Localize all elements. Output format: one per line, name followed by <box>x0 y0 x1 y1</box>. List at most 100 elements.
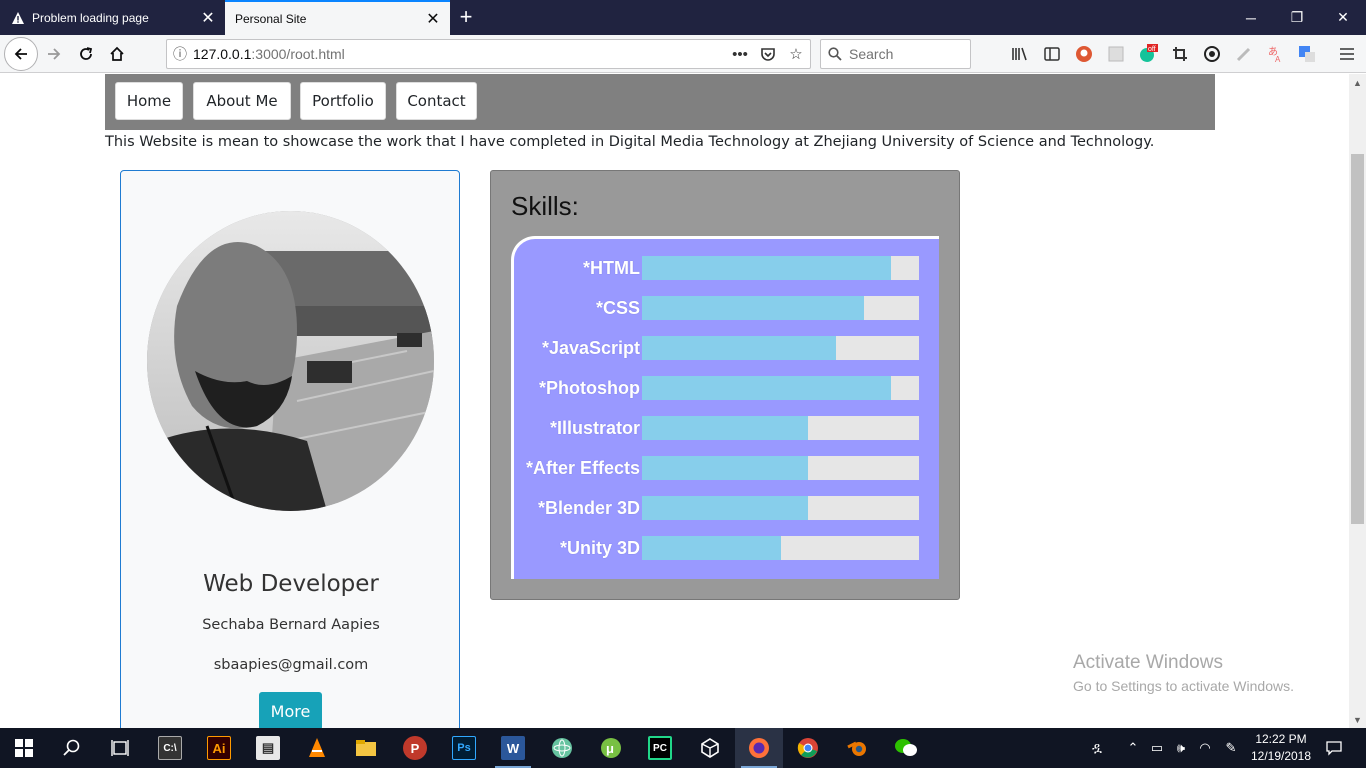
dictionary-icon[interactable]: あA <box>1265 43 1287 65</box>
page-scrollbar[interactable]: ▲ ▼ <box>1349 74 1366 728</box>
extension-grid-icon[interactable] <box>1105 43 1127 65</box>
taskbar-app-unity[interactable] <box>686 728 734 768</box>
scroll-down-icon[interactable]: ▼ <box>1349 711 1366 728</box>
atom-icon <box>552 738 572 758</box>
people-icon[interactable]: ዷ <box>1084 728 1110 768</box>
show-hidden-icons-icon[interactable]: ⌃ <box>1122 728 1144 768</box>
battery-icon[interactable]: ▭ <box>1146 728 1168 768</box>
start-button[interactable] <box>0 728 48 768</box>
close-tab-icon[interactable]: ✕ <box>420 6 446 32</box>
tab-personal-site[interactable]: Personal Site ✕ <box>225 0 450 35</box>
task-view-button[interactable] <box>96 728 144 768</box>
volume-icon[interactable]: 🕪 <box>1170 728 1192 768</box>
blender-icon <box>847 741 866 756</box>
site-navbar: Home About Me Portfolio Contact <box>105 74 1215 130</box>
search-placeholder: Search <box>849 46 894 62</box>
page-viewport: Home About Me Portfolio Contact This Web… <box>0 74 1349 728</box>
skill-bar-fill <box>642 336 836 360</box>
nav-about-button[interactable]: About Me <box>193 82 291 120</box>
taskbar-app-file[interactable]: ▤ <box>244 728 292 768</box>
skill-label: *Unity 3D <box>559 538 640 558</box>
system-clock[interactable]: 12:22 PM 12/19/2018 <box>1250 731 1312 765</box>
grammar-extension-icon[interactable]: off <box>1137 43 1159 65</box>
skill-bar-fill <box>642 456 809 480</box>
sync-icon[interactable] <box>1201 43 1223 65</box>
skill-bar <box>642 416 919 440</box>
nav-contact-button[interactable]: Contact <box>396 82 477 120</box>
skills-panel: Skills: *HTML *CSS *JavaScript *Photosho… <box>490 170 960 600</box>
notifications-icon[interactable] <box>1320 728 1348 768</box>
tab-label: Problem loading page <box>32 10 149 25</box>
url-text[interactable]: 127.0.0.1:3000/root.html <box>193 46 726 62</box>
scroll-up-icon[interactable]: ▲ <box>1349 74 1366 91</box>
pen-icon[interactable] <box>1233 43 1255 65</box>
taskbar-app-wechat[interactable] <box>882 728 930 768</box>
word-icon: W <box>501 736 525 760</box>
home-button[interactable] <box>101 38 133 70</box>
close-tab-icon[interactable]: ✕ <box>195 5 221 31</box>
taskbar-app-word[interactable]: W <box>489 728 537 768</box>
url-bar[interactable]: ⓘ 127.0.0.1:3000/root.html ••• ☆ <box>166 39 811 69</box>
taskbar-app-atom[interactable] <box>538 728 586 768</box>
profile-photo <box>147 211 434 511</box>
pen-workspace-icon[interactable]: ✎ <box>1220 728 1242 768</box>
search-bar[interactable]: Search <box>820 39 971 69</box>
taskbar-search-button[interactable] <box>48 728 96 768</box>
unity-icon <box>701 738 719 758</box>
skill-row: *JavaScript <box>514 336 942 360</box>
taskbar-app-terminal[interactable]: C:\ <box>146 728 194 768</box>
new-tab-button[interactable]: + <box>452 4 480 30</box>
url-path: :3000/root.html <box>251 46 345 62</box>
reload-button[interactable] <box>70 38 102 70</box>
taskbar-app-illustrator[interactable]: Ai <box>195 728 243 768</box>
taskbar-app-utorrent[interactable]: μ <box>587 728 635 768</box>
home-icon <box>110 46 124 61</box>
skill-bar <box>642 376 919 400</box>
more-button[interactable]: More <box>259 692 322 728</box>
wifi-icon[interactable]: ◠ <box>1194 728 1216 768</box>
menu-icon[interactable] <box>1336 43 1358 65</box>
page-actions-icon[interactable]: ••• <box>726 46 754 63</box>
skill-row: *CSS <box>514 296 942 320</box>
taskbar-app-photoshop[interactable]: Ps <box>440 728 488 768</box>
profile-email: sbaapies@gmail.com <box>213 657 369 673</box>
taskbar-app-vlc[interactable] <box>293 728 341 768</box>
minimize-button[interactable]: ─ <box>1228 0 1274 35</box>
taskbar-app-file-explorer[interactable] <box>342 728 390 768</box>
svg-text:A: A <box>1275 55 1281 63</box>
pocket-icon[interactable] <box>754 46 782 62</box>
skill-label: *Illustrator <box>549 418 640 438</box>
bookmark-star-icon[interactable]: ☆ <box>782 45 810 63</box>
activate-windows-watermark: Activate Windows Go to Settings to activ… <box>1073 652 1294 694</box>
skill-bar-fill <box>642 376 892 400</box>
browser-toolbar: ⓘ 127.0.0.1:3000/root.html ••• ☆ Search … <box>0 35 1366 73</box>
close-window-button[interactable]: ✕ <box>1320 0 1366 35</box>
translate-icon[interactable] <box>1296 43 1318 65</box>
photoshop-icon: Ps <box>452 736 476 760</box>
taskbar-app-pycharm[interactable]: PC <box>636 728 684 768</box>
skills-list: *HTML *CSS *JavaScript *Photoshop *Illus… <box>511 236 939 579</box>
back-button[interactable] <box>4 37 38 71</box>
crop-icon[interactable] <box>1169 43 1191 65</box>
scrollbar-thumb[interactable] <box>1351 154 1364 524</box>
library-icon[interactable] <box>1009 43 1031 65</box>
skill-label: *Blender 3D <box>537 498 640 518</box>
extension-badge: off <box>1148 46 1156 53</box>
forward-button[interactable] <box>38 38 70 70</box>
tab-problem-loading[interactable]: Problem loading page ✕ <box>0 0 225 35</box>
taskbar-app-chrome[interactable] <box>784 728 832 768</box>
firefox-icon <box>749 738 769 758</box>
taskbar-app-wps[interactable]: P <box>391 728 439 768</box>
nav-portfolio-button[interactable]: Portfolio <box>300 82 386 120</box>
taskbar-app-blender[interactable] <box>833 728 881 768</box>
sidebar-icon[interactable] <box>1041 43 1063 65</box>
skill-label: *HTML <box>583 258 640 278</box>
clock-time: 12:22 PM <box>1255 732 1307 746</box>
duckduckgo-icon[interactable] <box>1073 43 1095 65</box>
restore-button[interactable]: ❐ <box>1274 0 1320 35</box>
info-icon[interactable]: ⓘ <box>167 44 193 64</box>
wps-icon: P <box>403 736 427 760</box>
skill-bar-fill <box>642 536 781 560</box>
taskbar-app-firefox[interactable] <box>735 728 783 768</box>
nav-home-button[interactable]: Home <box>115 82 183 120</box>
